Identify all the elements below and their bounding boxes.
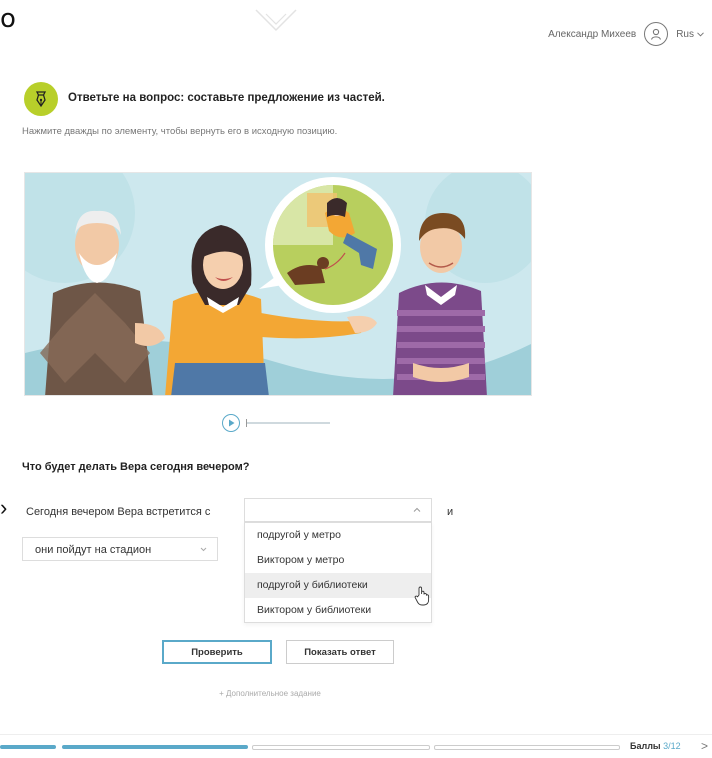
dropdown-option-hovered[interactable]: подругой у библиотеки	[245, 573, 431, 598]
score: Баллы 3/12	[630, 741, 681, 751]
dropdown-option[interactable]: подругой у метро	[245, 523, 431, 548]
conjunction-text: и	[447, 506, 454, 518]
answer-select-open[interactable]	[244, 498, 432, 522]
sentence-start: Сегодня вечером Вера встретится с	[26, 506, 211, 518]
answer-select-second[interactable]: они пойдут на стадион	[22, 537, 218, 561]
progress-segment-todo[interactable]	[252, 745, 430, 750]
language-selector[interactable]: Rus	[676, 29, 704, 40]
score-value: 3/12	[663, 741, 681, 751]
user-icon[interactable]	[644, 22, 669, 46]
show-answer-button[interactable]: Показать ответ	[286, 640, 394, 664]
edge-cutoff-letter: о	[0, 4, 16, 34]
check-button[interactable]: Проверить	[162, 640, 272, 664]
task-instruction: Ответьте на вопрос: составьте предложени…	[68, 92, 385, 104]
dropdown-option[interactable]: Виктором у библиотеки	[245, 598, 431, 623]
audio-progress-track[interactable]	[246, 419, 330, 427]
play-icon[interactable]	[222, 414, 240, 432]
progress-segment-done[interactable]	[62, 745, 248, 749]
task-hint: Нажмите дважды по элементу, чтобы вернут…	[22, 126, 338, 137]
side-arrow-icon[interactable]: ›	[0, 497, 7, 519]
dropdown-option[interactable]: Виктором у метро	[245, 548, 431, 573]
next-arrow-icon[interactable]: >	[701, 739, 708, 753]
footer-divider	[0, 734, 712, 735]
audio-player	[222, 414, 330, 432]
chevron-down-icon	[697, 31, 704, 37]
chevron-down-icon	[200, 547, 207, 552]
chevron-down-icon[interactable]	[252, 0, 300, 40]
score-label: Баллы	[630, 741, 661, 751]
progress-segment-todo[interactable]	[434, 745, 620, 750]
user-name: Александр Михеев	[548, 28, 637, 40]
hand-cursor-icon	[414, 586, 430, 606]
select-value: они пойдут на стадион	[35, 544, 152, 556]
chevron-up-icon	[413, 507, 421, 512]
user-menu[interactable]: Александр Михеев Rus	[548, 22, 704, 46]
pen-nib-icon	[24, 82, 58, 116]
language-label: Rus	[676, 28, 694, 40]
dropdown-options: подругой у метро Виктором у метро подруг…	[244, 522, 432, 623]
question-text: Что будет делать Вера сегодня вечером?	[22, 461, 250, 473]
illustration	[24, 172, 532, 396]
extra-task-link[interactable]: + Дополнительное задание	[0, 689, 540, 698]
progress-segment-done[interactable]	[0, 745, 56, 749]
